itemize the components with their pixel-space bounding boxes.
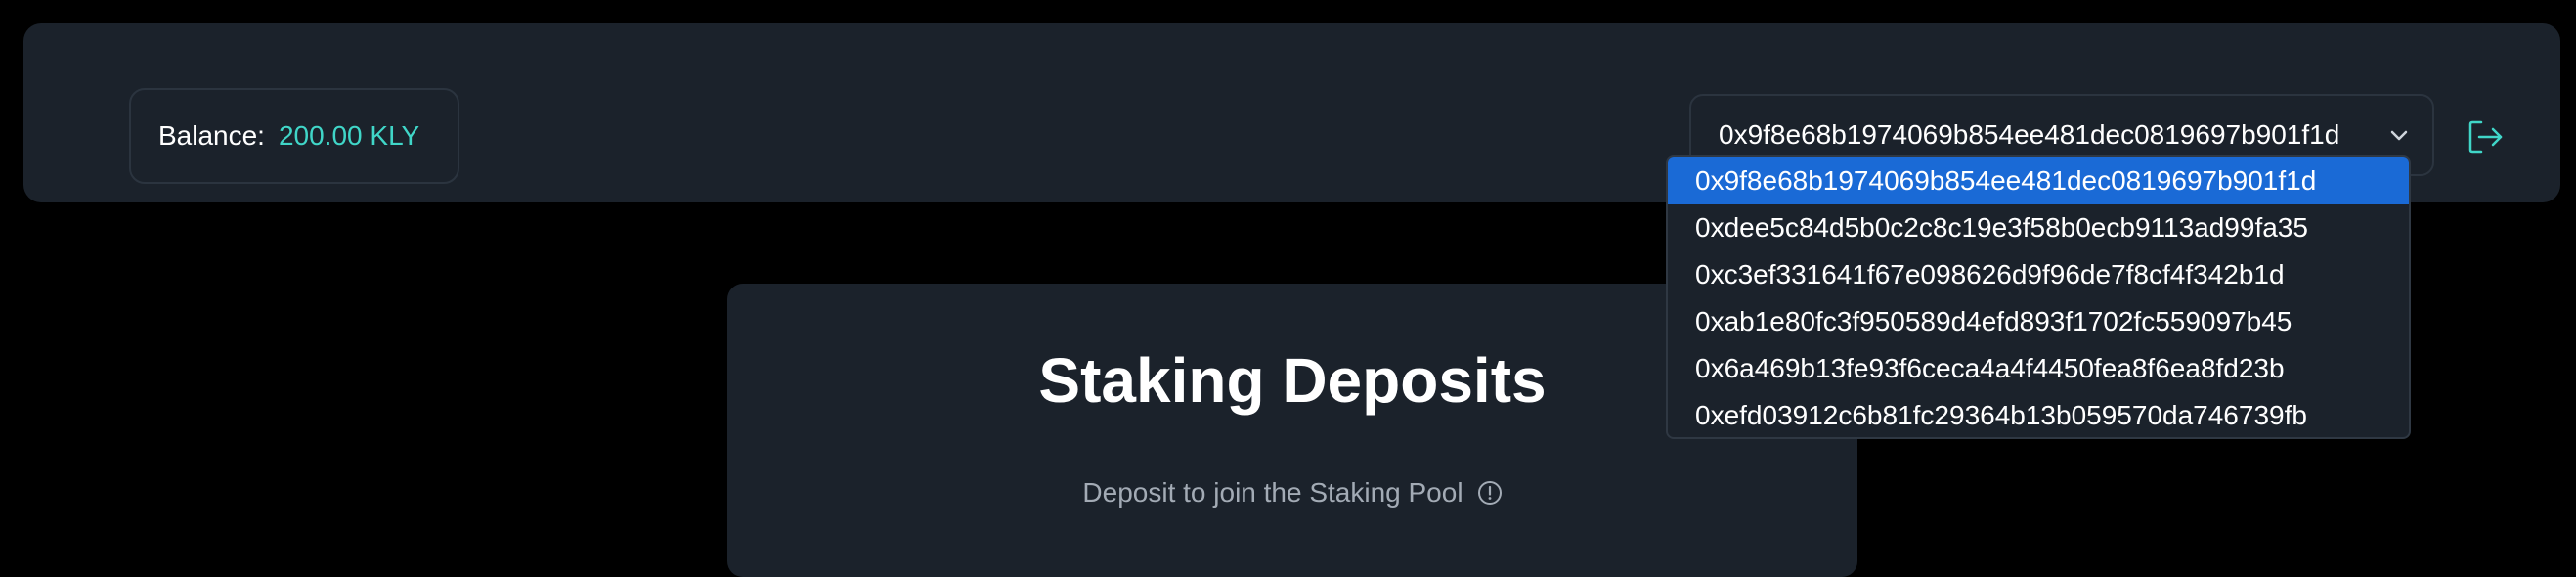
account-dropdown: 0x9f8e68b1974069b854ee481dec0819697b901f… <box>1666 155 2411 439</box>
selected-account: 0x9f8e68b1974069b854ee481dec0819697b901f… <box>1719 119 2340 150</box>
logout-icon[interactable] <box>2466 117 2505 156</box>
info-icon[interactable] <box>1477 480 1503 506</box>
balance-value: 200.00 KLY <box>278 120 420 151</box>
chevron-down-icon <box>2390 130 2408 141</box>
account-option[interactable]: 0x6a469b13fe93f6ceca4a4f4450fea8f6ea8fd2… <box>1668 345 2409 392</box>
account-option[interactable]: 0xdee5c84d5b0c2c8c19e3f58b0ecb9113ad99fa… <box>1668 204 2409 251</box>
balance-display: Balance: 200.00 KLY <box>129 88 459 184</box>
account-option[interactable]: 0xc3ef331641f67e098626d9f96de7f8cf4f342b… <box>1668 251 2409 298</box>
balance-label: Balance: <box>158 120 265 151</box>
account-option[interactable]: 0xefd03912c6b81fc29364b13b059570da746739… <box>1668 392 2409 437</box>
account-option[interactable]: 0xab1e80fc3f950589d4efd893f1702fc559097b… <box>1668 298 2409 345</box>
subtitle-text: Deposit to join the Staking Pool <box>1082 477 1463 508</box>
account-option[interactable]: 0x9f8e68b1974069b854ee481dec0819697b901f… <box>1668 157 2409 204</box>
page-subtitle: Deposit to join the Staking Pool <box>727 477 1857 509</box>
